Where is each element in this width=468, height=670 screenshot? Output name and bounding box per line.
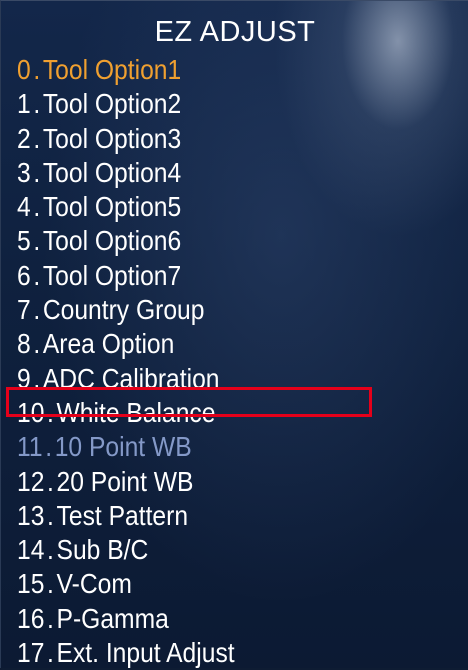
menu-item-number: 1: [17, 88, 31, 120]
menu-item-label: Area Option: [42, 328, 175, 360]
menu-item-2[interactable]: 2. Tool Option3: [17, 122, 235, 156]
menu-item-12[interactable]: 12. 20 Point WB: [17, 465, 235, 499]
menu-item-number: 15: [17, 568, 45, 600]
menu-item-number: 11: [17, 431, 43, 463]
menu-item-separator: .: [33, 122, 41, 154]
menu-item-label: 10 Point WB: [54, 431, 192, 463]
menu-item-number: 12: [17, 465, 45, 497]
menu-item-number: 0: [17, 54, 31, 85]
menu-item-7[interactable]: 7. Country Group: [17, 293, 235, 327]
menu-item-label: 20 Point WB: [56, 465, 194, 497]
menu-item-separator: .: [33, 259, 41, 291]
menu-item-number: 16: [17, 602, 45, 634]
menu-item-separator: .: [45, 431, 53, 463]
ez-adjust-menu-list: 0. Tool Option1 1. Tool Option2 2. Tool Optio…: [17, 53, 264, 670]
menu-item-16[interactable]: 16. P-Gamma: [17, 602, 235, 636]
menu-item-15[interactable]: 15. V-Com: [17, 567, 235, 601]
menu-item-5[interactable]: 5. Tool Option6: [17, 224, 235, 258]
menu-item-number: 4: [17, 191, 31, 223]
tv-service-menu-screen: EZ ADJUST 0. Tool Option1 1. Tool Option2 2.…: [0, 0, 468, 668]
menu-item-number: 13: [17, 499, 45, 531]
menu-item-separator: .: [47, 602, 54, 634]
menu-item-number: 3: [17, 156, 31, 188]
menu-item-6[interactable]: 6. Tool Option7: [17, 259, 235, 293]
menu-item-14[interactable]: 14. Sub B/C: [17, 533, 235, 567]
menu-item-label: Country Group: [42, 294, 205, 326]
menu-item-label: Tool Option5: [42, 191, 182, 223]
menu-item-separator: .: [33, 54, 41, 85]
menu-item-separator: .: [33, 225, 41, 257]
menu-item-label: V-Com: [56, 568, 132, 600]
menu-item-label: Tool Option1: [42, 54, 182, 85]
menu-item-label: Tool Option6: [42, 225, 182, 257]
menu-item-separator: .: [33, 191, 41, 223]
menu-item-number: 6: [17, 259, 31, 291]
menu-item-label: P-Gamma: [56, 602, 169, 634]
menu-item-separator: .: [33, 156, 41, 188]
menu-item-4[interactable]: 4. Tool Option5: [17, 190, 235, 224]
menu-item-separator: .: [33, 88, 41, 120]
menu-item-separator: .: [33, 328, 41, 360]
menu-item-number: 14: [17, 534, 45, 566]
selection-highlight-box: [6, 387, 372, 417]
menu-item-separator: .: [33, 294, 41, 326]
menu-item-label: Tool Option3: [42, 122, 182, 154]
menu-item-13[interactable]: 13. Test Pattern: [17, 499, 235, 533]
menu-item-label: Ext. Input Adjust: [56, 637, 235, 669]
menu-item-17[interactable]: 17. Ext. Input Adjust: [17, 636, 235, 670]
menu-item-separator: .: [47, 568, 54, 600]
menu-item-label: Tool Option4: [42, 156, 182, 188]
menu-item-separator: .: [47, 465, 54, 497]
menu-item-separator: .: [47, 499, 54, 531]
menu-item-label: Test Pattern: [56, 499, 189, 531]
menu-item-number: 7: [17, 294, 31, 326]
menu-item-separator: .: [47, 637, 54, 669]
menu-item-separator: .: [47, 534, 54, 566]
menu-item-number: 17: [17, 637, 45, 669]
menu-item-number: 5: [17, 225, 31, 257]
menu-item-8[interactable]: 8. Area Option: [17, 327, 235, 361]
menu-item-label: Sub B/C: [56, 534, 149, 566]
menu-item-0[interactable]: 0. Tool Option1: [17, 53, 235, 87]
menu-title: EZ ADJUST: [154, 16, 316, 48]
menu-item-1[interactable]: 1. Tool Option2: [17, 87, 235, 121]
menu-item-number: 8: [17, 328, 31, 360]
menu-item-11[interactable]: 11. 10 Point WB: [17, 430, 235, 464]
menu-item-3[interactable]: 3. Tool Option4: [17, 156, 235, 190]
menu-item-number: 2: [17, 122, 31, 154]
menu-item-label: Tool Option7: [42, 259, 182, 291]
menu-item-label: Tool Option2: [42, 88, 182, 120]
